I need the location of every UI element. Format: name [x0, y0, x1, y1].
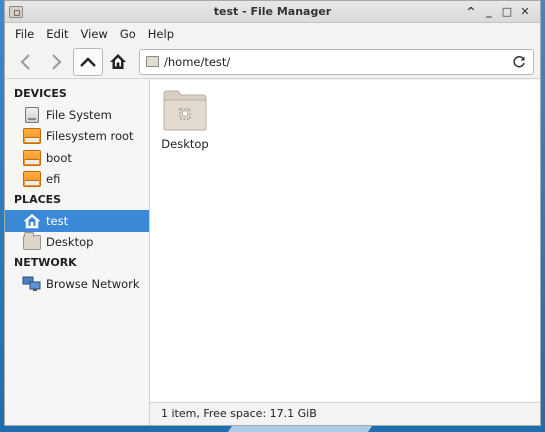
sidebar-item-desktop[interactable]: Desktop — [5, 231, 149, 254]
window-controls: ^ _ □ ✕ — [462, 3, 534, 21]
file-manager-app-icon[interactable] — [9, 5, 23, 18]
toolbar: /home/test/ — [5, 45, 540, 79]
sidebar-heading-places: PLACES — [14, 193, 62, 206]
sidebar-heading-devices: DEVICES — [14, 87, 67, 100]
menu-view[interactable]: View — [75, 27, 114, 41]
window-title: test - File Manager — [213, 5, 332, 18]
file-item-label: Desktop — [161, 137, 209, 151]
up-button[interactable] — [73, 47, 103, 76]
orange-drive-icon — [23, 128, 41, 145]
back-arrow-icon — [20, 53, 30, 70]
sidebar-item-file-system[interactable]: File System — [5, 104, 149, 126]
folder-icon — [23, 231, 41, 250]
sidebar-item-test[interactable]: test — [5, 210, 149, 232]
file-manager-window: test - File Manager ^ _ □ ✕ File Edit Vi… — [4, 0, 541, 426]
location-bar[interactable]: /home/test/ — [139, 48, 534, 75]
hard-drive-icon — [25, 106, 39, 123]
maximize-button[interactable]: ^ — [462, 3, 480, 21]
menu-help[interactable]: Help — [142, 27, 180, 41]
menu-file[interactable]: File — [9, 27, 40, 41]
sidebar-item-label: boot — [46, 150, 72, 165]
sidebar-item-label: Browse Network — [46, 276, 140, 291]
sidebar-item-efi[interactable]: efi — [5, 169, 149, 191]
sidebar-heading-network: NETWORK — [14, 256, 77, 269]
sidebar-item-label: test — [46, 213, 69, 228]
network-icon — [22, 276, 41, 291]
forward-arrow-icon — [52, 53, 62, 70]
menu-edit[interactable]: Edit — [40, 27, 74, 41]
location-path: /home/test/ — [164, 54, 231, 69]
sidebar: DEVICES File System Filesystem root boot… — [5, 80, 150, 425]
title-bar[interactable]: test - File Manager ^ _ □ ✕ — [5, 1, 540, 23]
file-item-desktop[interactable]: Desktop — [156, 89, 214, 151]
back-button[interactable] — [11, 48, 41, 76]
minimize-button[interactable]: _ — [480, 3, 498, 21]
orange-drive-icon — [23, 171, 41, 188]
reload-icon — [513, 55, 525, 67]
home-button[interactable] — [103, 48, 133, 76]
sidebar-item-filesystem-root[interactable]: Filesystem root — [5, 126, 149, 148]
restore-button[interactable]: □ — [498, 3, 516, 21]
sidebar-item-label: Desktop — [46, 235, 94, 250]
sidebar-item-label: efi — [46, 172, 61, 187]
main-area: DEVICES File System Filesystem root boot… — [5, 80, 540, 425]
sidebar-item-label: Filesystem root — [46, 129, 134, 144]
reload-button[interactable] — [511, 54, 527, 70]
menu-bar: File Edit View Go Help — [5, 23, 540, 45]
forward-button[interactable] — [41, 48, 71, 76]
desktop-decoration — [227, 426, 373, 432]
close-button[interactable]: ✕ — [516, 3, 534, 21]
folder-icon — [146, 56, 159, 67]
status-bar: 1 item, Free space: 17.1 GiB — [150, 402, 540, 425]
sidebar-item-label: File System — [46, 107, 112, 122]
file-view[interactable]: Desktop 1 item, Free space: 17.1 GiB — [150, 80, 540, 425]
sidebar-item-browse-network[interactable]: Browse Network — [5, 273, 149, 295]
home-icon — [23, 213, 41, 228]
up-arrow-icon — [80, 56, 96, 67]
home-icon — [110, 53, 126, 69]
menu-go[interactable]: Go — [114, 27, 142, 41]
folder-icon — [163, 89, 207, 131]
orange-drive-icon — [23, 149, 41, 166]
sidebar-item-boot[interactable]: boot — [5, 147, 149, 169]
